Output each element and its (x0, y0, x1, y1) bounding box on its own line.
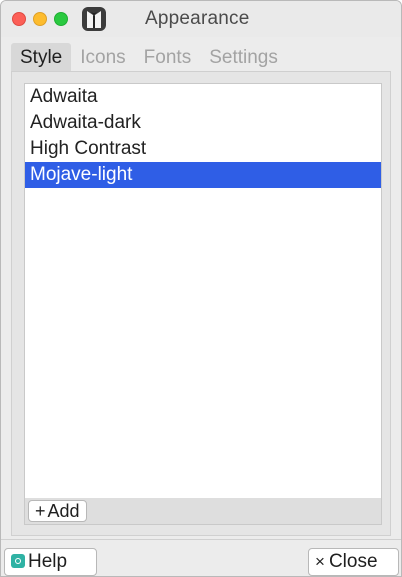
window-title: Appearance (145, 8, 250, 29)
tab-bar: Style Icons Fonts Settings (11, 43, 391, 71)
add-button-label: Add (47, 501, 80, 521)
tab-fonts[interactable]: Fonts (135, 43, 201, 71)
tab-icons[interactable]: Icons (71, 43, 134, 71)
tab-settings[interactable]: Settings (200, 43, 287, 71)
close-window-icon[interactable] (12, 12, 26, 26)
list-item[interactable]: High Contrast (25, 136, 381, 162)
help-button-label: Help (28, 551, 68, 572)
list-item[interactable]: Adwaita-dark (25, 110, 381, 136)
content-area: Style Icons Fonts Settings Adwaita Adwai… (11, 43, 391, 536)
list-toolbar: + Add (24, 498, 382, 525)
plus-icon: + (35, 501, 46, 521)
close-button-label: Close (328, 551, 378, 572)
appearance-window: Appearance Style Icons Fonts Settings Ad… (0, 0, 402, 577)
maximize-window-icon[interactable] (54, 12, 68, 26)
style-panel: Adwaita Adwaita-dark High Contrast Mojav… (11, 71, 391, 536)
title-bar[interactable]: Appearance (1, 1, 401, 37)
help-icon (11, 554, 25, 568)
tuxedo-app-icon (82, 7, 106, 31)
help-button[interactable]: Help (4, 548, 97, 576)
tab-style[interactable]: Style (11, 43, 72, 71)
list-item-selected[interactable]: Mojave-light (25, 162, 381, 188)
style-list[interactable]: Adwaita Adwaita-dark High Contrast Mojav… (24, 83, 382, 499)
minimize-window-icon[interactable] (33, 12, 47, 26)
close-icon: × (315, 552, 325, 571)
add-button[interactable]: + Add (28, 500, 87, 522)
list-item[interactable]: Adwaita (25, 84, 381, 110)
close-button[interactable]: × Close (308, 548, 399, 576)
footer-bar: Help × Close (1, 539, 401, 576)
